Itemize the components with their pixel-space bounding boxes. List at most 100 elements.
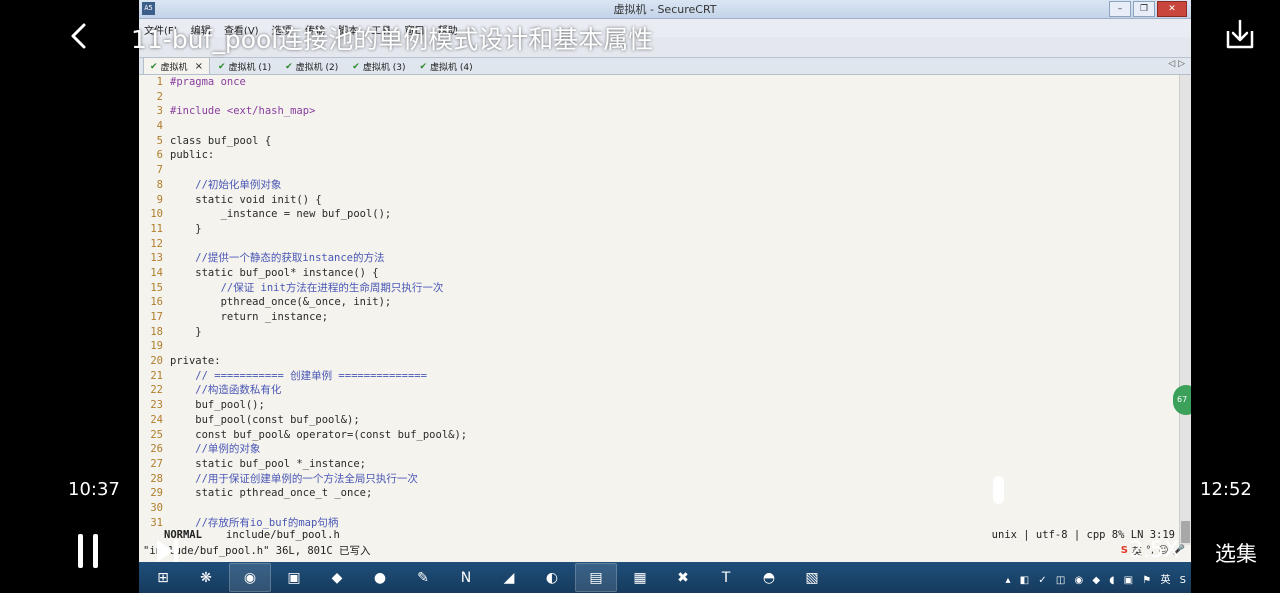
line-number: 8 xyxy=(156,178,163,191)
window-controls: – ❐ ✕ xyxy=(1109,1,1187,17)
window-title: 虚拟机 - SecureCRT xyxy=(613,3,717,16)
check-icon: ✔ xyxy=(419,61,428,72)
tab-close-icon[interactable]: × xyxy=(195,61,203,72)
check-icon: ✔ xyxy=(150,61,158,72)
code-line: 19 xyxy=(139,339,1179,354)
minimize-icon[interactable]: – xyxy=(1109,1,1131,17)
editor-scrollbar[interactable] xyxy=(1179,75,1191,545)
chrome-icon[interactable]: ◉ xyxy=(229,563,271,592)
code-line: 1 #pragma once xyxy=(139,75,1179,90)
tab-session-3[interactable]: ✔ 虚拟机 (3) xyxy=(346,58,411,74)
code-line: 23 buf_pool(); xyxy=(139,398,1179,413)
close-icon[interactable]: ✕ xyxy=(1157,1,1187,17)
progress-handle[interactable] xyxy=(993,476,1004,504)
video-frame[interactable]: A5 虚拟机 - SecureCRT – ❐ ✕ 文件(F) 编辑 查看(V) … xyxy=(139,0,1191,593)
taskbar-app-icon[interactable]: ❋ xyxy=(186,564,226,591)
line-number: 1 xyxy=(156,76,163,88)
windows-taskbar: ⊞ ❋ ◉ ▣ ◆ ● ✎ N ◢ ◐ ▤ ▦ ✖ T ◓ ▧ ▴ ◧ ✓ ◫ … xyxy=(139,562,1191,593)
code-line: 30 xyxy=(139,501,1179,516)
line-number: 24 xyxy=(150,413,163,426)
line-number: 13 xyxy=(150,252,163,265)
tab-session-0[interactable]: ✔ 虚拟机 × xyxy=(143,57,210,74)
line-number: 12 xyxy=(150,237,163,250)
code-line: 6 public: xyxy=(139,148,1179,163)
code-editor[interactable]: 1 #pragma once 2 3 #include <ext/hash_map> 4 5… xyxy=(139,75,1179,530)
code-line: 28 //用于保证创建单例的一个方法全局只执行一次 xyxy=(139,472,1179,487)
tab-session-2[interactable]: ✔ 虚拟机 (2) xyxy=(279,58,344,74)
taskbar-app-icon[interactable]: ▧ xyxy=(792,564,832,591)
line-number: 6 xyxy=(156,149,163,162)
line-number: 9 xyxy=(156,193,163,206)
line-number: 11 xyxy=(150,222,163,235)
go-ide-icon[interactable]: ● xyxy=(360,564,400,591)
vscode-icon[interactable]: ◆ xyxy=(317,564,357,591)
taskbar-app-icon[interactable]: ◐ xyxy=(532,564,572,591)
code-line: 18 } xyxy=(139,325,1179,340)
scrollbar-thumb[interactable] xyxy=(1181,521,1190,543)
code-text: // =========== 创建单例 ============== xyxy=(170,369,427,382)
start-button-icon[interactable]: ⊞ xyxy=(143,564,183,591)
code-text: //保证 init方法在进程的生命周期只执行一次 xyxy=(170,281,444,294)
line-number: 4 xyxy=(156,120,163,133)
tab-session-1[interactable]: ✔ 虚拟机 (1) xyxy=(212,58,277,74)
code-line: 16 pthread_once(&_once, init); xyxy=(139,295,1179,310)
code-line: 21 // =========== 创建单例 ============== xyxy=(139,369,1179,384)
sogou-ime-icon[interactable]: S xyxy=(1121,545,1128,556)
code-line: 17 return _instance; xyxy=(139,310,1179,325)
episodes-button[interactable]: 选集 xyxy=(1215,538,1257,568)
line-number: 16 xyxy=(150,296,163,309)
taskbar-app-icon[interactable]: ◢ xyxy=(489,564,529,591)
line-number: 22 xyxy=(150,384,163,397)
tray-ime-language[interactable]: 英 xyxy=(1160,575,1173,586)
session-tabs: ✔ 虚拟机 × ✔ 虚拟机 (1) ✔ 虚拟机 (2) ✔ 虚拟机 (3) ✔ … xyxy=(139,57,1191,75)
taskbar-app-icon[interactable]: ✖ xyxy=(663,564,703,591)
pause-icon[interactable] xyxy=(74,534,104,568)
code-text: //初始化单例对象 xyxy=(170,178,282,191)
check-icon: ✔ xyxy=(352,61,360,72)
code-text: pthread_once(&_once, init); xyxy=(170,296,392,309)
next-episode-icon[interactable] xyxy=(154,538,180,564)
code-line: 2 xyxy=(139,90,1179,105)
securecrt-taskbar-icon[interactable]: ▤ xyxy=(575,563,617,592)
playback-speed-button[interactable]: 2.5X xyxy=(1129,538,1179,563)
download-icon[interactable] xyxy=(1222,17,1258,53)
tab-session-4[interactable]: ✔ 虚拟机 (4) xyxy=(413,58,478,74)
code-text: #include <ext/hash_map> xyxy=(170,105,316,118)
taskbar-app-icon[interactable]: ◓ xyxy=(749,564,789,591)
code-text: //用于保证创建单例的一个方法全局只执行一次 xyxy=(170,472,418,485)
line-number: 27 xyxy=(150,457,163,470)
floating-badge[interactable]: 67 xyxy=(1173,385,1191,415)
code-line: 15 //保证 init方法在进程的生命周期只执行一次 xyxy=(139,281,1179,296)
code-text: //单例的对象 xyxy=(170,443,261,456)
line-number: 21 xyxy=(150,369,163,382)
tab-label: 虚拟机 (2) xyxy=(295,63,339,73)
check-icon: ✔ xyxy=(285,61,293,72)
code-line: 14 static buf_pool* instance() { xyxy=(139,266,1179,281)
typora-icon[interactable]: T xyxy=(706,564,746,591)
code-line: 24 buf_pool(const buf_pool&); xyxy=(139,413,1179,428)
restore-icon[interactable]: ❐ xyxy=(1133,1,1155,17)
code-line: 4 xyxy=(139,119,1179,134)
vim-statusline: NORMAL include/buf_pool.h unix | utf-8 |… xyxy=(139,529,1179,543)
code-text: //提供一个静态的获取instance的方法 xyxy=(170,252,385,265)
code-text: static void init() { xyxy=(170,193,322,206)
back-chevron-icon[interactable] xyxy=(62,18,98,54)
code-text: _instance = new buf_pool(); xyxy=(170,208,392,221)
tab-label: 虚拟机 (4) xyxy=(430,63,473,73)
file-explorer-icon[interactable]: ▦ xyxy=(620,564,660,591)
code-text: static buf_pool *_instance; xyxy=(170,457,366,470)
taskbar-app-icon[interactable]: ✎ xyxy=(403,564,443,591)
onenote-icon[interactable]: N xyxy=(446,564,486,591)
line-number: 5 xyxy=(156,134,163,147)
taskbar-app-icon[interactable]: ▣ xyxy=(274,564,314,591)
code-text: static pthread_once_t _once; xyxy=(170,487,373,500)
code-text: //构造函数私有化 xyxy=(170,384,282,397)
system-tray[interactable]: ▴ ◧ ✓ ◫ ◉ ◆ ◖ ▣ ⚑ 英 S xyxy=(1005,571,1189,586)
line-number: 20 xyxy=(150,355,163,368)
line-number: 18 xyxy=(150,325,163,338)
line-number: 2 xyxy=(156,90,163,103)
code-text: } xyxy=(170,222,202,235)
code-line: 9 static void init() { xyxy=(139,193,1179,208)
line-number: 31 xyxy=(150,516,163,529)
tab-scroll-arrows-icon[interactable]: ◁ ▷ xyxy=(1168,59,1185,69)
